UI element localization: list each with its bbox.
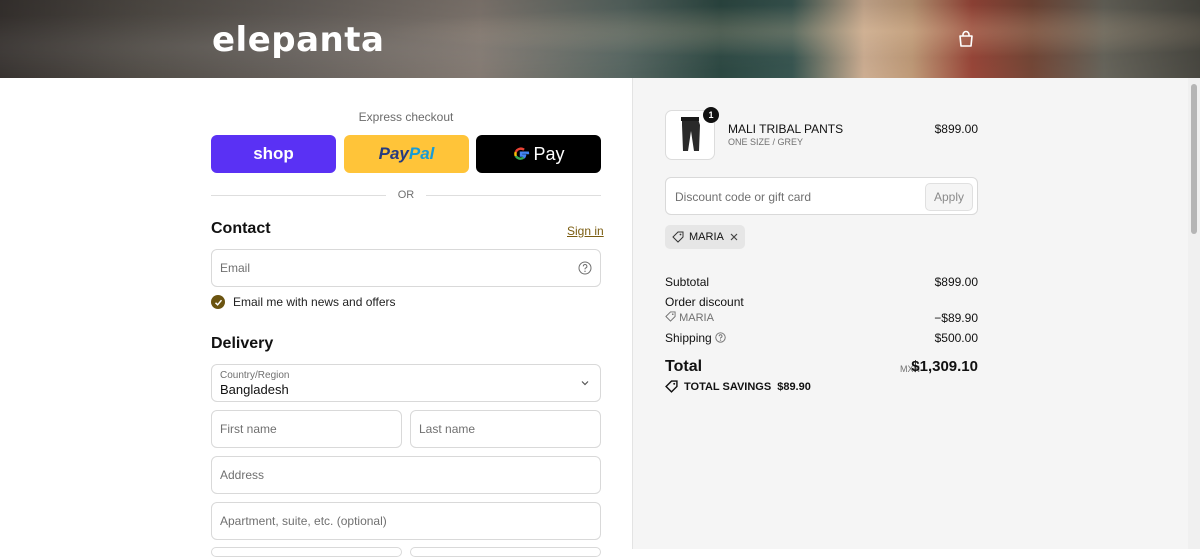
help-circle-icon[interactable] <box>715 332 726 343</box>
country-select[interactable]: Country/Region Bangladesh <box>211 364 601 402</box>
google-g-icon <box>514 147 530 160</box>
paypal-logo: PayPal <box>378 144 435 163</box>
discount-code-field[interactable]: Discount code or gift card Apply <box>665 177 978 215</box>
newsletter-checkbox[interactable] <box>211 295 225 309</box>
apartment-placeholder: Apartment, suite, etc. (optional) <box>220 514 387 528</box>
product-name: MALI TRIBAL PANTS <box>728 122 844 136</box>
paypal-button[interactable]: PayPal <box>344 135 469 173</box>
sign-in-link[interactable]: Sign in <box>567 224 604 238</box>
header-image <box>0 0 1200 78</box>
subtotal-row: Subtotal $899.00 <box>665 275 978 289</box>
shop-pay-button[interactable]: shop <box>211 135 336 173</box>
or-label: OR <box>397 189 415 201</box>
discount-value: −$89.90 <box>934 311 978 325</box>
tag-icon <box>665 311 676 322</box>
shop-pay-label: shop <box>253 144 294 163</box>
checkmark-icon <box>214 299 222 306</box>
savings-label: TOTAL SAVINGS <box>684 380 772 393</box>
order-discount-row: Order discount <box>665 295 978 309</box>
shipping-label: Shipping <box>665 331 712 345</box>
address-placeholder: Address <box>220 468 265 482</box>
product-variant: ONE SIZE / GREY <box>728 137 804 147</box>
checkout-form: Express checkout shop PayPal Pay OR Cont… <box>0 78 632 557</box>
first-name-field[interactable]: First name <box>211 410 402 448</box>
apply-button[interactable]: Apply <box>925 183 973 211</box>
order-summary: 1 MALI TRIBAL PANTS ONE SIZE / GREY $899… <box>632 78 1189 549</box>
first-name-placeholder: First name <box>220 422 277 436</box>
header-banner: elepanta <box>0 0 1200 78</box>
email-field[interactable]: Email <box>211 249 601 287</box>
order-discount-label: Order discount <box>665 295 744 309</box>
total-savings: TOTAL SAVINGS $89.90 <box>665 380 811 393</box>
quantity-badge: 1 <box>703 107 719 123</box>
apartment-field[interactable]: Apartment, suite, etc. (optional) <box>211 502 601 540</box>
product-price: $899.00 <box>934 122 978 136</box>
google-pay-label: Pay <box>533 143 565 164</box>
store-logo[interactable]: elepanta <box>212 20 384 60</box>
country-value: Bangladesh <box>220 382 289 397</box>
applied-discount-chip: MARIA <box>665 225 745 249</box>
or-divider: OR <box>211 188 601 202</box>
subtotal-label: Subtotal <box>665 275 710 289</box>
discount-detail-row: MARIA −$89.90 <box>665 311 978 325</box>
shipping-row: Shipping $500.00 <box>665 331 978 345</box>
total-label: Total <box>665 358 703 375</box>
scrollbar-thumb[interactable] <box>1191 84 1197 234</box>
shopping-bag-icon[interactable] <box>957 30 975 48</box>
help-circle-icon[interactable] <box>578 261 592 275</box>
total-value: $1,309.10 <box>911 358 978 375</box>
discount-code-label: MARIA <box>679 312 714 324</box>
tag-icon <box>665 380 678 393</box>
savings-value: $89.90 <box>777 380 811 393</box>
contact-heading: Contact <box>211 220 271 237</box>
express-checkout-title: Express checkout <box>358 110 454 124</box>
shipping-value: $500.00 <box>934 331 978 345</box>
applied-code-label: MARIA <box>689 231 724 243</box>
delivery-heading: Delivery <box>211 335 274 352</box>
newsletter-label[interactable]: Email me with news and offers <box>233 295 396 309</box>
last-name-field[interactable]: Last name <box>410 410 601 448</box>
country-label: Country/Region <box>220 370 290 381</box>
discount-placeholder: Discount code or gift card <box>675 190 812 204</box>
chevron-down-icon <box>581 381 589 386</box>
address-field[interactable]: Address <box>211 456 601 494</box>
google-pay-button[interactable]: Pay <box>476 135 601 173</box>
page-scrollbar[interactable] <box>1188 78 1200 549</box>
tag-icon <box>672 231 684 243</box>
subtotal-value: $899.00 <box>934 275 978 289</box>
email-placeholder: Email <box>220 261 251 275</box>
remove-discount-icon[interactable] <box>729 232 739 242</box>
last-name-placeholder: Last name <box>419 422 476 436</box>
